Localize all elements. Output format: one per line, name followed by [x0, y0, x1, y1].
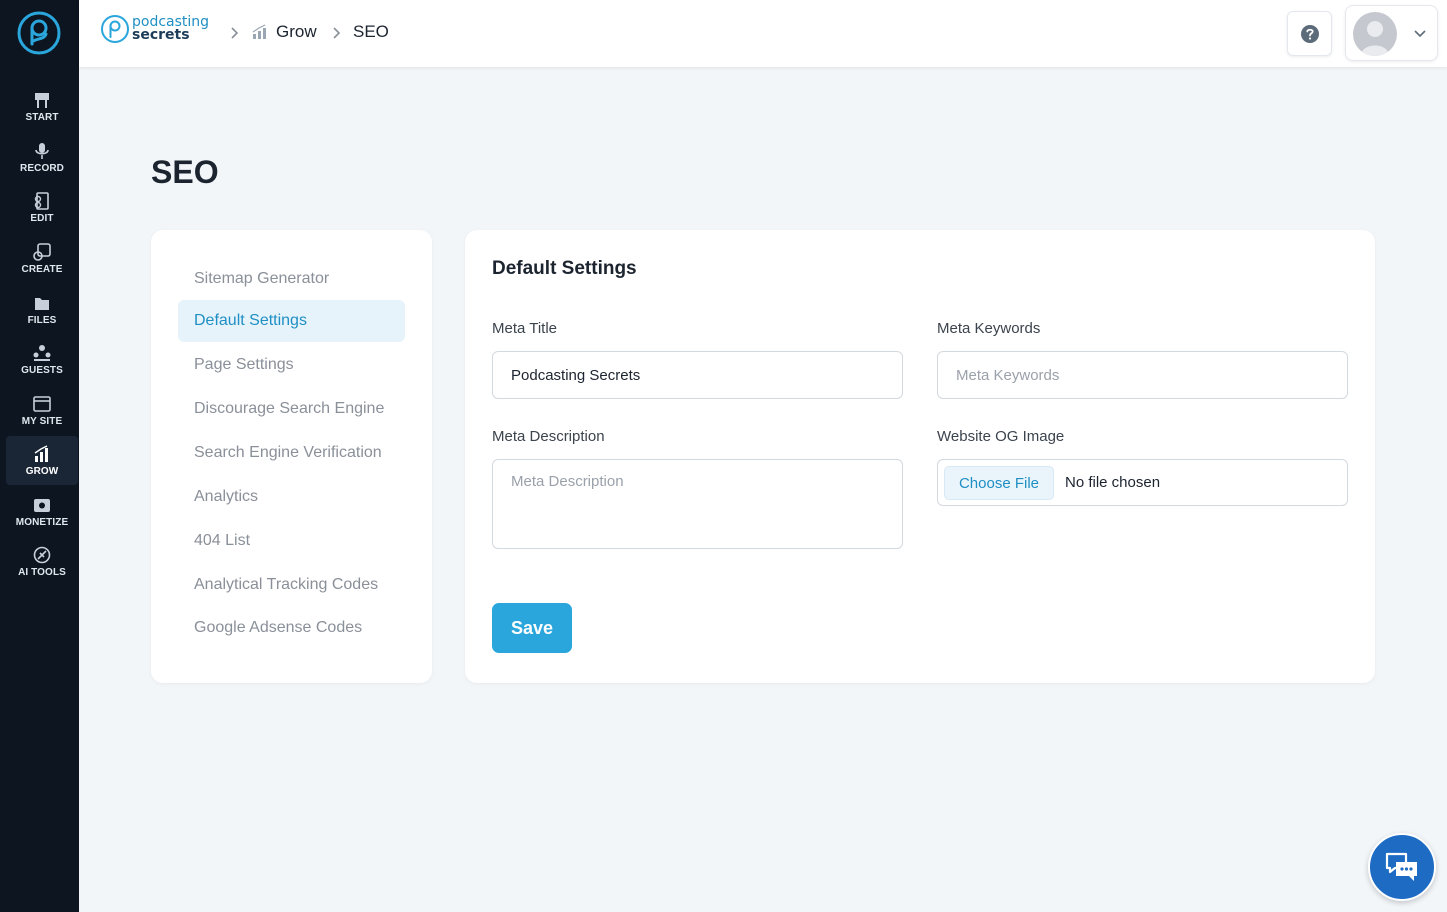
nav-monetize[interactable]: MONETIZE [6, 487, 78, 536]
menu-item-analytical-tracking-codes[interactable]: Analytical Tracking Codes [178, 564, 405, 606]
avatar [1353, 12, 1397, 56]
chevron-down-icon [1414, 30, 1426, 38]
nav-mysite-label: MY SITE [21, 416, 63, 427]
podcast-logo-icon [101, 15, 129, 43]
chevron-right-icon [231, 27, 239, 39]
nav-record[interactable]: RECORD [6, 133, 78, 182]
top-bar: podcasting secrets Grow SEO [79, 0, 1447, 67]
meta-keywords-label: Meta Keywords [937, 320, 1041, 337]
nav-edit-label: EDIT [30, 213, 54, 224]
page-title: SEO [151, 154, 219, 190]
seo-settings-menu: Sitemap Generator Default Settings Page … [151, 230, 432, 683]
nav-record-label: RECORD [20, 163, 64, 174]
og-image-label: Website OG Image [937, 428, 1065, 445]
meta-title-label: Meta Title [492, 320, 558, 337]
breadcrumb-seo-label: SEO [353, 22, 389, 41]
help-button[interactable] [1287, 11, 1332, 56]
chevron-right-icon [333, 27, 341, 39]
nav-monetize-label: MONETIZE [15, 517, 69, 528]
guests-icon [33, 345, 51, 361]
brand-logo[interactable]: podcasting secrets [100, 14, 209, 44]
menu-item-analytics[interactable]: Analytics [178, 476, 405, 518]
chat-widget-button[interactable] [1368, 833, 1436, 901]
left-nav-rail: START RECORD EDIT CREATE FILES GUESTS MY… [0, 0, 79, 912]
app-logo-icon[interactable] [16, 10, 62, 56]
nav-files[interactable]: FILES [6, 285, 78, 334]
nav-grow-label: GROW [25, 466, 59, 477]
breadcrumb-grow[interactable]: Grow [252, 22, 317, 42]
monetize-icon [34, 499, 50, 512]
brand-wordmark: podcasting secrets [132, 15, 209, 43]
user-silhouette-icon [1361, 21, 1389, 56]
nav-grow[interactable]: GROW [6, 436, 78, 485]
breadcrumb-grow-label: Grow [276, 22, 317, 41]
brand-line-2: secrets [132, 27, 190, 43]
nav-guests[interactable]: GUESTS [6, 335, 78, 384]
files-icon [35, 298, 49, 310]
meta-keywords-input[interactable] [937, 351, 1348, 399]
meta-description-label: Meta Description [492, 428, 605, 445]
menu-item-page-settings[interactable]: Page Settings [178, 344, 405, 386]
nav-start-label: START [25, 112, 59, 123]
nav-guests-label: GUESTS [21, 365, 63, 376]
nav-files-label: FILES [27, 315, 57, 326]
browser-icon [33, 396, 51, 412]
microphone-icon [35, 143, 49, 159]
nav-start[interactable]: START [6, 82, 78, 131]
choose-file-button[interactable]: Choose File [944, 466, 1054, 500]
ai-tools-icon [33, 546, 51, 564]
save-button[interactable]: Save [492, 603, 572, 653]
nav-aitools[interactable]: AI TOOLS [6, 537, 78, 586]
menu-item-search-engine-verification[interactable]: Search Engine Verification [178, 432, 405, 474]
menu-item-sitemap-generator[interactable]: Sitemap Generator [178, 258, 405, 300]
menu-item-google-adsense-codes[interactable]: Google Adsense Codes [178, 607, 405, 649]
nav-edit[interactable]: EDIT [6, 183, 78, 232]
meta-description-textarea[interactable] [492, 459, 903, 549]
menu-item-404-list[interactable]: 404 List [178, 520, 405, 562]
nav-aitools-label: AI TOOLS [18, 567, 66, 578]
nav-mysite[interactable]: MY SITE [6, 386, 78, 435]
edit-icon [34, 192, 49, 210]
breadcrumb-seo: SEO [353, 22, 389, 42]
profile-menu-button[interactable] [1345, 5, 1438, 61]
menu-item-default-settings[interactable]: Default Settings [178, 300, 405, 342]
create-icon [33, 243, 51, 261]
default-settings-form: Default Settings Meta Title Meta Keyword… [465, 230, 1375, 683]
og-image-file-input[interactable]: Choose File No file chosen [937, 459, 1348, 506]
bar-chart-icon [252, 24, 266, 39]
start-icon [35, 93, 49, 108]
meta-title-input[interactable] [492, 351, 903, 399]
nav-create-label: CREATE [21, 264, 63, 275]
form-title: Default Settings [492, 258, 637, 279]
bar-chart-icon [34, 445, 48, 462]
nav-create[interactable]: CREATE [6, 234, 78, 283]
question-circle-icon [1300, 24, 1319, 43]
chat-bubble-icon [1385, 852, 1417, 881]
no-file-chosen-text: No file chosen [1065, 474, 1161, 491]
menu-item-discourage-search-engine[interactable]: Discourage Search Engine [178, 388, 405, 430]
